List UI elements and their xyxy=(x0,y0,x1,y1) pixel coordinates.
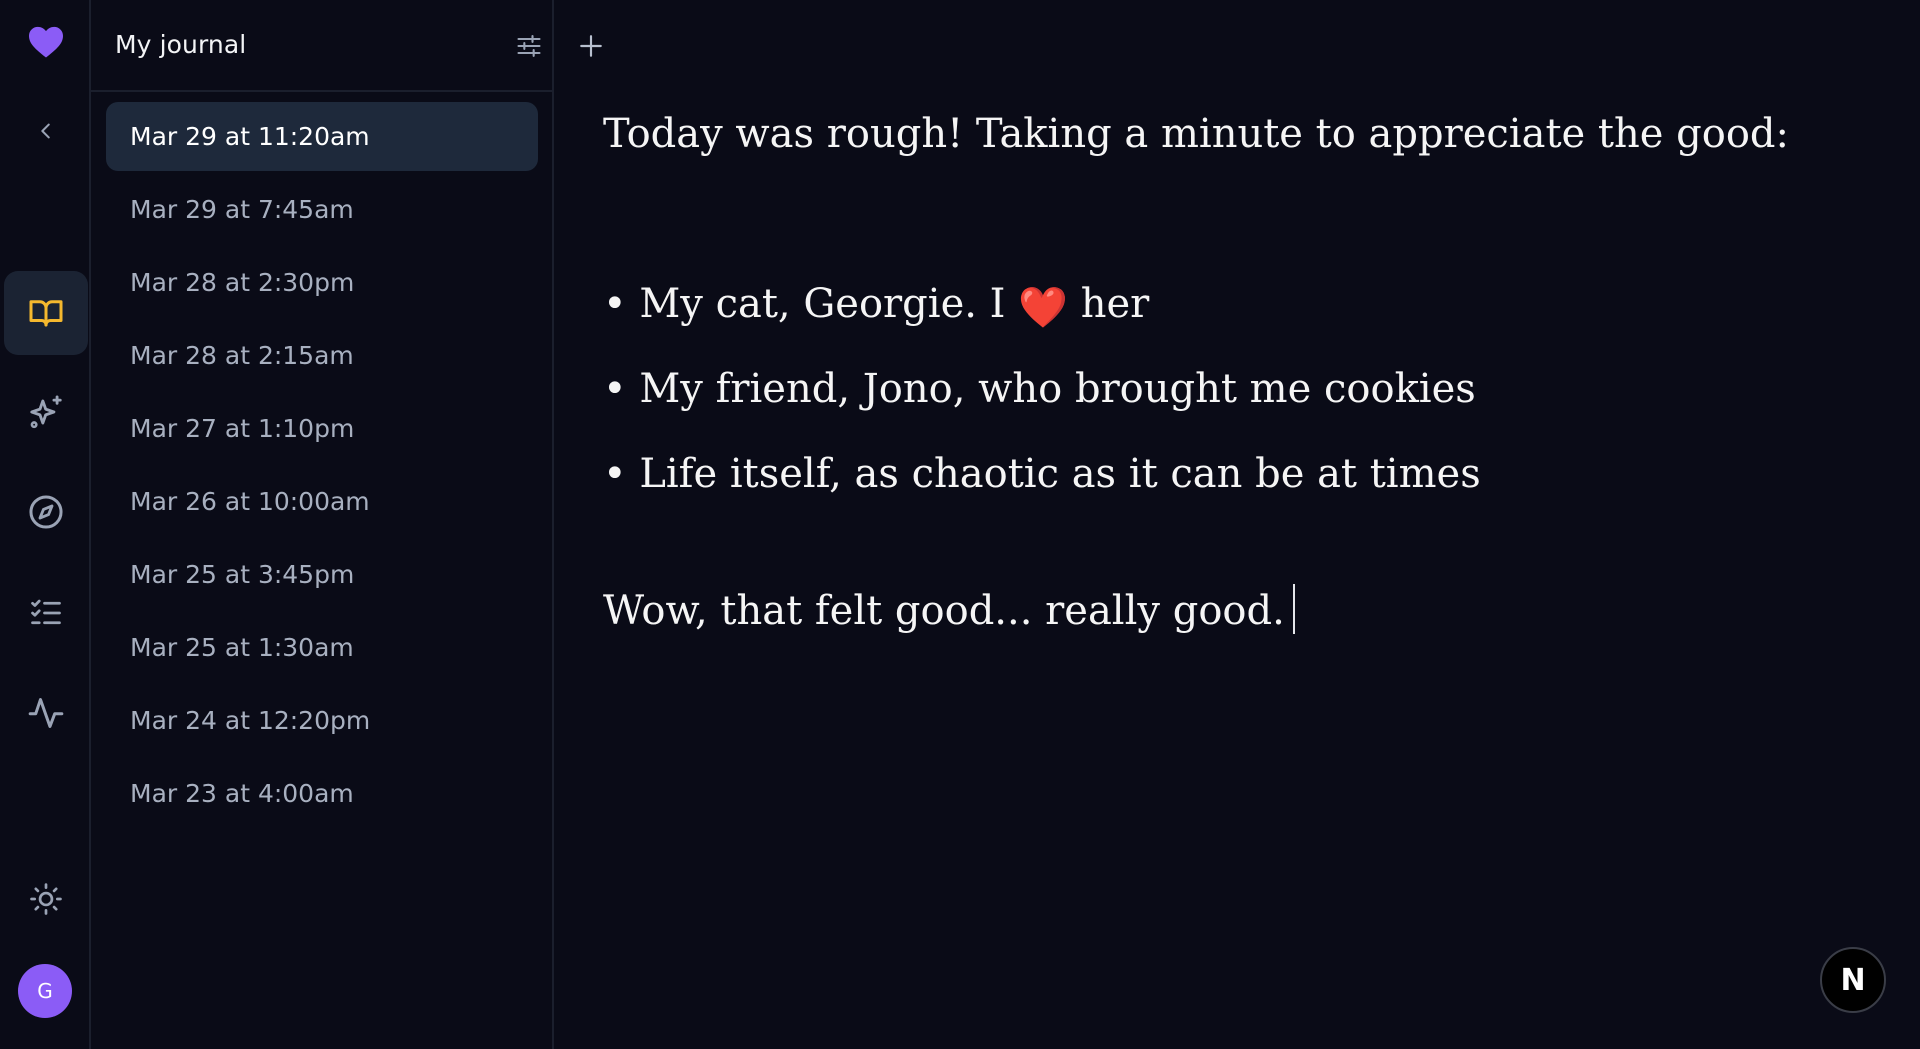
entry-item[interactable]: Mar 27 at 1:10pm xyxy=(106,394,538,463)
journal-list-panel: My journal Mar 29 at 11:20am Mar 29 at 7… xyxy=(91,0,602,1049)
bullet-text: My friend, Jono, who brought me cookies xyxy=(639,366,1476,412)
heart-icon xyxy=(29,26,63,58)
journal-editor[interactable]: Today was rough! Taking a minute to appr… xyxy=(554,0,1920,1049)
collapse-sidebar-button[interactable] xyxy=(4,89,88,173)
bullet-marker: • xyxy=(603,451,627,497)
gratitude-list: • My cat, Georgie. I ❤️ her • My friend,… xyxy=(603,278,1903,500)
sliders-icon xyxy=(517,35,541,57)
bullet-marker: • xyxy=(603,366,627,412)
entry-item[interactable]: Mar 24 at 12:20pm xyxy=(106,686,538,755)
nav-journal[interactable] xyxy=(4,271,88,355)
intro-paragraph: Today was rough! Taking a minute to appr… xyxy=(603,111,1789,157)
bullet-item: • Life itself, as chaotic as it can be a… xyxy=(603,448,1903,500)
nextjs-badge[interactable]: N xyxy=(1820,947,1886,1013)
sun-icon xyxy=(30,883,62,915)
bullet-text: My cat, Georgie. I xyxy=(639,281,1006,327)
bullet-text: Life itself, as chaotic as it can be at … xyxy=(639,451,1481,497)
book-open-icon xyxy=(29,300,63,327)
compass-icon xyxy=(29,495,63,529)
bullet-item: • My cat, Georgie. I ❤️ her xyxy=(603,278,1903,331)
filter-button[interactable] xyxy=(509,26,549,66)
panel-header: My journal xyxy=(91,0,602,92)
red-heart-icon: ❤️ xyxy=(1018,285,1068,331)
panel-title: My journal xyxy=(115,30,247,59)
nav-insights[interactable] xyxy=(4,370,88,454)
sparkles-icon xyxy=(30,395,62,429)
entry-item[interactable]: Mar 23 at 4:00am xyxy=(106,759,538,828)
entry-item[interactable]: Mar 25 at 1:30am xyxy=(106,613,538,682)
entry-list: Mar 29 at 11:20am Mar 29 at 7:45am Mar 2… xyxy=(106,102,538,832)
bullet-text: her xyxy=(1080,281,1150,327)
activity-icon xyxy=(28,698,64,728)
editor-content[interactable]: Today was rough! Taking a minute to appr… xyxy=(603,108,1903,637)
nav-explore[interactable] xyxy=(4,470,88,554)
theme-toggle-button[interactable] xyxy=(4,857,88,941)
checklist-icon xyxy=(31,599,61,625)
chevron-left-icon xyxy=(41,123,50,139)
outro-text: Wow, that felt good... really good. xyxy=(603,588,1285,634)
bullet-item: • My friend, Jono, who brought me cookie… xyxy=(603,363,1903,415)
entry-item[interactable]: Mar 29 at 7:45am xyxy=(106,175,538,244)
logo-heart-icon[interactable] xyxy=(4,0,88,84)
bullet-marker: • xyxy=(603,281,627,327)
icon-rail: G xyxy=(0,0,91,1049)
entry-item[interactable]: Mar 26 at 10:00am xyxy=(106,467,538,536)
entry-item[interactable]: Mar 28 at 2:15am xyxy=(106,321,538,390)
user-avatar[interactable]: G xyxy=(18,964,72,1018)
nav-activity[interactable] xyxy=(4,671,88,755)
entry-item-selected[interactable]: Mar 29 at 11:20am xyxy=(106,102,538,171)
text-cursor xyxy=(1292,584,1295,634)
entry-item[interactable]: Mar 28 at 2:30pm xyxy=(106,248,538,317)
nav-tasks[interactable] xyxy=(4,571,88,655)
journal-app: G My journal Mar 29 at 11:20am Mar 29 at… xyxy=(0,0,1920,1049)
entry-item[interactable]: Mar 25 at 3:45pm xyxy=(106,540,538,609)
outro-paragraph: Wow, that felt good... really good. xyxy=(603,584,1903,637)
